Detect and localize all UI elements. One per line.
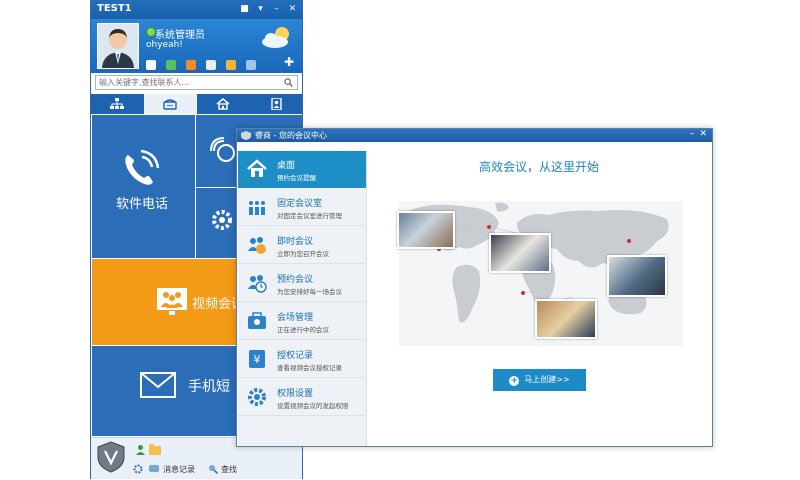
- shield-logo-icon[interactable]: [97, 441, 125, 473]
- venue-icon: [248, 312, 266, 329]
- meeting-photo: [535, 299, 597, 339]
- search-icon[interactable]: [284, 78, 293, 87]
- meeting-photo: [397, 211, 455, 249]
- sidebar-item-title: 即时会议: [277, 237, 314, 247]
- monitor-icon[interactable]: [206, 60, 217, 70]
- quick-actions: [146, 55, 261, 70]
- tile-sms-label: 手机短: [188, 379, 230, 395]
- create-meeting-label: 马上创建>>: [524, 375, 570, 384]
- add-icon[interactable]: ✚: [284, 56, 294, 68]
- phone-icon[interactable]: [166, 60, 177, 70]
- search-input[interactable]: [99, 76, 279, 89]
- find-icon: [209, 465, 218, 474]
- video-conference-icon: [157, 288, 187, 315]
- sidebar-item-title: 固定会议室: [277, 199, 323, 209]
- sidebar-item-subtitle: 预约会议提醒: [277, 174, 316, 182]
- tile-softphone-label: 软件电话: [116, 197, 169, 212]
- close-icon[interactable]: ✕: [699, 129, 707, 139]
- client-title: TEST1: [97, 3, 132, 14]
- folder-icon[interactable]: [149, 444, 161, 455]
- tile-softphone[interactable]: 软件电话: [92, 115, 195, 258]
- sidebar-item-title: 预约会议: [277, 275, 314, 285]
- settings-icon[interactable]: [133, 464, 143, 474]
- sidebar-item-scheduled-meeting[interactable]: 预约会议 为您安排好每一场会议: [238, 265, 366, 302]
- meeting-center-sidebar: 桌面 预约会议提醒 固定会议室 对固定会议室进行管理 即时会议 立即为您召开会议: [238, 151, 367, 446]
- sidebar-item-subtitle: 立即为您召开会议: [277, 250, 329, 258]
- close-icon[interactable]: ✕: [287, 4, 298, 15]
- meeting-photo: [607, 255, 667, 297]
- sidebar-item-title: 授权记录: [277, 351, 314, 361]
- create-meeting-button[interactable]: + 马上创建>>: [493, 369, 586, 391]
- sidebar-item-title: 权限设置: [277, 389, 314, 399]
- org-chart-icon: [110, 98, 125, 109]
- user-icon[interactable]: [135, 444, 146, 455]
- message-history-link[interactable]: 消息记录: [163, 464, 195, 475]
- user-signature[interactable]: ohyeah!: [146, 40, 183, 50]
- svg-text:¥: ¥: [254, 353, 261, 366]
- sidebar-item-instant-meeting[interactable]: 即时会议 立即为您召开会议: [238, 227, 366, 264]
- meeting-center-title: 睿商 - 您的会议中心: [255, 131, 327, 140]
- world-map-illustration: [397, 201, 683, 346]
- app-logo-icon: [241, 131, 251, 140]
- sidebar-item-venue-management[interactable]: 会场管理 正在进行中的会议: [238, 303, 366, 340]
- tab-contacts[interactable]: [249, 94, 302, 114]
- sidebar-item-subtitle: 对固定会议室进行管理: [277, 212, 342, 220]
- minimize-icon[interactable]: –: [271, 4, 282, 15]
- meeting-photo: [489, 233, 551, 273]
- sidebar-item-subtitle: 设置视频会议的发起权限: [277, 402, 349, 410]
- minimize-icon[interactable]: –: [690, 129, 695, 139]
- message-history-icon: [149, 465, 159, 472]
- client-titlebar: TEST1 ■ ▾ – ✕: [91, 1, 302, 19]
- mail-icon[interactable]: [146, 60, 156, 70]
- home-icon: [216, 98, 230, 110]
- home-icon: [247, 159, 267, 177]
- instant-meeting-icon: [248, 237, 266, 254]
- contact-card-icon[interactable]: [186, 60, 197, 70]
- contact-search: [95, 75, 298, 90]
- sidebar-item-authorization-records[interactable]: ¥ 授权记录 查看视频会议授权记录: [238, 341, 366, 378]
- sms-icon[interactable]: [226, 60, 237, 70]
- gear-icon: [248, 388, 266, 406]
- contacts-icon: [270, 98, 282, 110]
- plus-icon: +: [509, 376, 520, 386]
- fixed-room-icon: [249, 201, 265, 215]
- menu-icon[interactable]: ▾: [255, 4, 266, 15]
- envelope-icon: [140, 372, 176, 398]
- scheduled-meeting-icon: [248, 275, 267, 293]
- sidebar-item-title: 桌面: [277, 161, 296, 171]
- meeting-center-headline: 高效会议，从这里开始: [478, 160, 599, 174]
- skin-icon[interactable]: ■: [239, 4, 250, 15]
- tab-home[interactable]: [197, 94, 250, 114]
- meeting-center-window: 睿商 - 您的会议中心 – ✕ 桌面 预约会议提醒 固定会议室 对固定会议室进行…: [236, 128, 713, 447]
- yen-icon: ¥: [249, 350, 265, 368]
- sidebar-item-subtitle: 为您安排好每一场会议: [277, 288, 342, 296]
- client-tabs: [91, 94, 302, 114]
- sidebar-item-subtitle: 查看视频会议授权记录: [277, 364, 342, 372]
- user-name: 系统管理员: [155, 30, 205, 41]
- tab-organization[interactable]: [91, 94, 144, 114]
- gear-icon: [212, 210, 232, 230]
- phone-icon: [163, 99, 177, 110]
- avatar[interactable]: [97, 23, 139, 69]
- apps-icon[interactable]: [246, 60, 257, 70]
- sidebar-item-fixed-room[interactable]: 固定会议室 对固定会议室进行管理: [238, 189, 366, 226]
- user-profile-header: 系统管理员 ohyeah! ✚: [91, 19, 302, 73]
- meeting-center-titlebar: 睿商 - 您的会议中心 – ✕: [237, 129, 712, 142]
- weather-icon[interactable]: [260, 25, 294, 49]
- sidebar-item-subtitle: 正在进行中的会议: [277, 326, 329, 334]
- sidebar-item-desktop[interactable]: 桌面 预约会议提醒: [238, 151, 366, 188]
- softphone-icon: [125, 149, 160, 185]
- sidebar-item-title: 会场管理: [277, 313, 314, 323]
- sidebar-item-permission-settings[interactable]: 权限设置 设置视频会议的发起权限: [238, 379, 366, 416]
- find-link[interactable]: 查找: [221, 464, 237, 475]
- tab-phone[interactable]: [143, 94, 197, 114]
